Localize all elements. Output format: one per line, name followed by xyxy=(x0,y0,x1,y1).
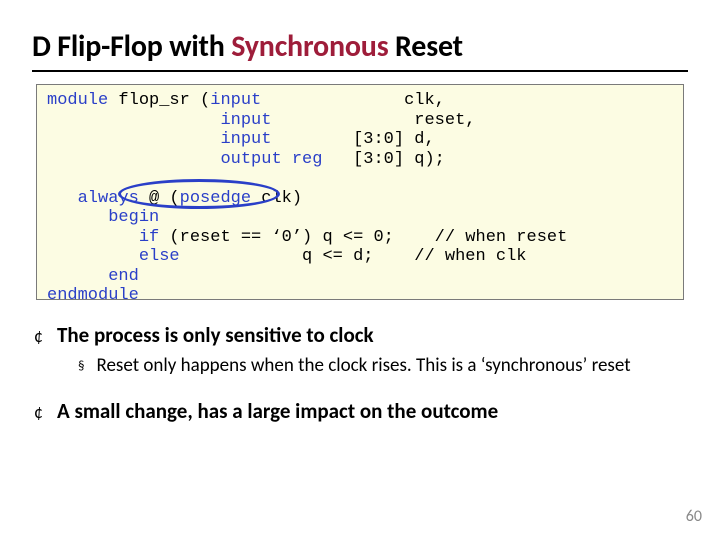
page-number: 60 xyxy=(686,507,702,526)
bullet-mark-circle: ¢ xyxy=(34,325,43,347)
bullet-mark-circle: ¢ xyxy=(34,401,43,423)
bullet-level2: § Reset only happens when the clock rise… xyxy=(78,354,688,378)
code-block: module flop_sr (input clk, input reset, … xyxy=(36,84,684,300)
bullet-text: The process is only sensitive to clock xyxy=(57,322,374,348)
title-post: Reset xyxy=(388,28,462,65)
bullet-list: ¢ The process is only sensitive to clock… xyxy=(34,322,688,424)
code-content: module flop_sr (input clk, input reset, … xyxy=(47,91,673,306)
title-accent: Synchronous xyxy=(231,28,388,65)
slide-title: D Flip-Flop with Synchronous Reset xyxy=(32,28,463,65)
bullet-mark-square: § xyxy=(78,359,84,375)
title-pre: D Flip-Flop with xyxy=(32,28,231,65)
title-underline xyxy=(32,70,688,72)
bullet-text: Reset only happens when the clock rises.… xyxy=(96,354,630,378)
bullet-level1: ¢ A small change, has a large impact on … xyxy=(34,398,688,424)
bullet-text: A small change, has a large impact on th… xyxy=(57,398,498,424)
bullet-level1: ¢ The process is only sensitive to clock xyxy=(34,322,688,348)
